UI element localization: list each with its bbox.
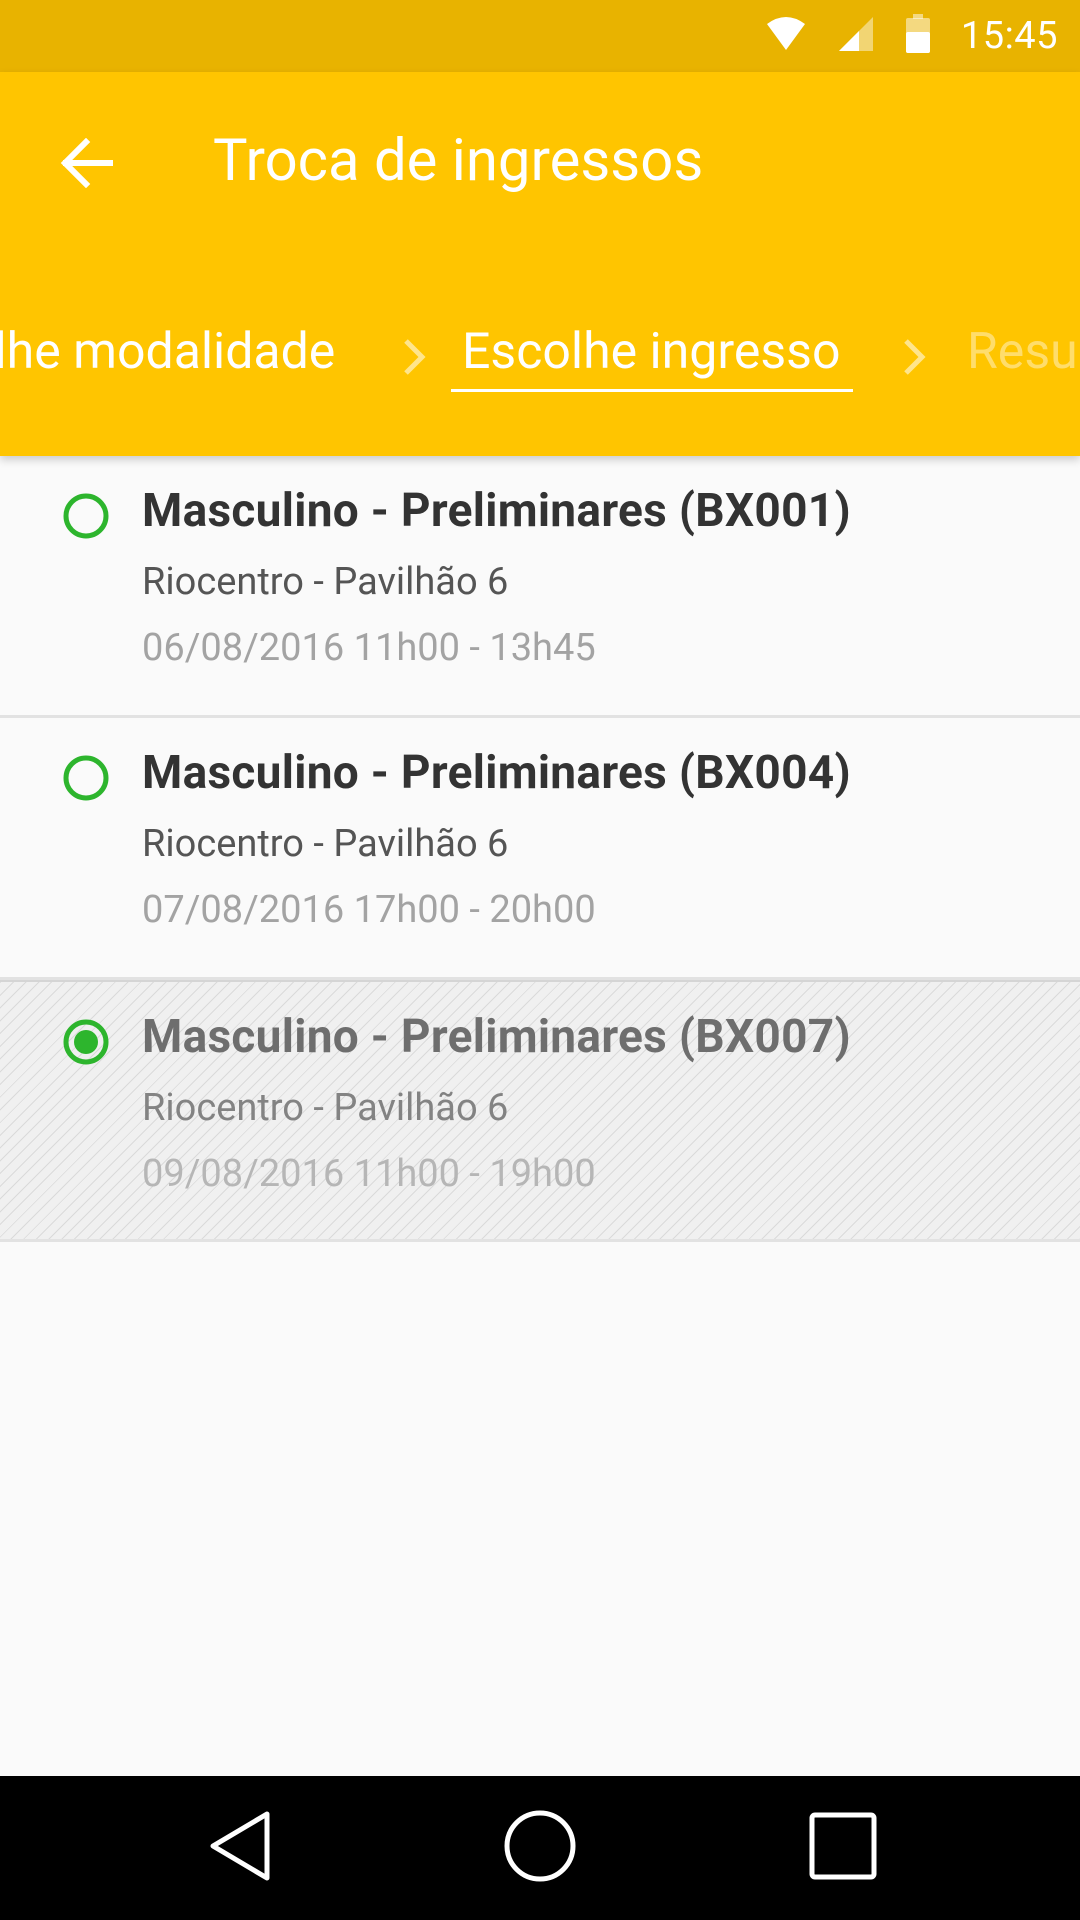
radio-unchecked-icon[interactable] [62,492,110,540]
ticket-title: Masculino - Preliminares (BX007) [142,1010,851,1064]
navigation-bar [0,1776,1080,1920]
ticket-venue: Riocentro - Pavilhão 6 [142,1086,509,1130]
wifi-icon [765,16,807,56]
status-bar: 15:45 [0,0,1080,72]
nav-home-button[interactable] [490,1798,590,1898]
arrow-back-icon [60,137,114,192]
nav-back-button[interactable] [190,1798,290,1898]
nav-recents-button[interactable] [793,1798,893,1898]
app-bar: Troca de ingressos [0,72,1080,456]
back-triangle-icon [205,1808,275,1888]
ticket-title: Masculino - Preliminares (BX004) [142,746,851,800]
ticket-item-selected[interactable]: Masculino - Preliminares (BX007) Riocent… [0,980,1080,1242]
battery-icon [905,14,931,58]
status-icons: 15:45 [765,0,1058,72]
radio-unchecked-icon[interactable] [62,754,110,802]
ticket-item[interactable]: Masculino - Preliminares (BX001) Riocent… [0,456,1080,718]
signal-icon [837,15,875,57]
ticket-time: 07/08/2016 17h00 - 20h00 [142,888,596,932]
ticket-list: Masculino - Preliminares (BX001) Riocent… [0,456,1080,1242]
home-circle-icon [502,1808,578,1888]
ticket-title: Masculino - Preliminares (BX001) [142,484,851,538]
screen: 15:45 Troca de ingressos olhe modalidade… [0,0,1080,1920]
ticket-time: 06/08/2016 11h00 - 13h45 [142,626,596,670]
ticket-time: 09/08/2016 11h00 - 19h00 [142,1152,596,1196]
radio-checked-icon[interactable] [62,1018,110,1066]
recents-square-icon [808,1811,878,1885]
ticket-item[interactable]: Masculino - Preliminares (BX004) Riocent… [0,718,1080,980]
back-button[interactable] [42,120,132,210]
ticket-venue: Riocentro - Pavilhão 6 [142,560,509,604]
page-title: Troca de ingressos [213,127,704,195]
ticket-venue: Riocentro - Pavilhão 6 [142,822,509,866]
status-time: 15:45 [960,14,1058,58]
